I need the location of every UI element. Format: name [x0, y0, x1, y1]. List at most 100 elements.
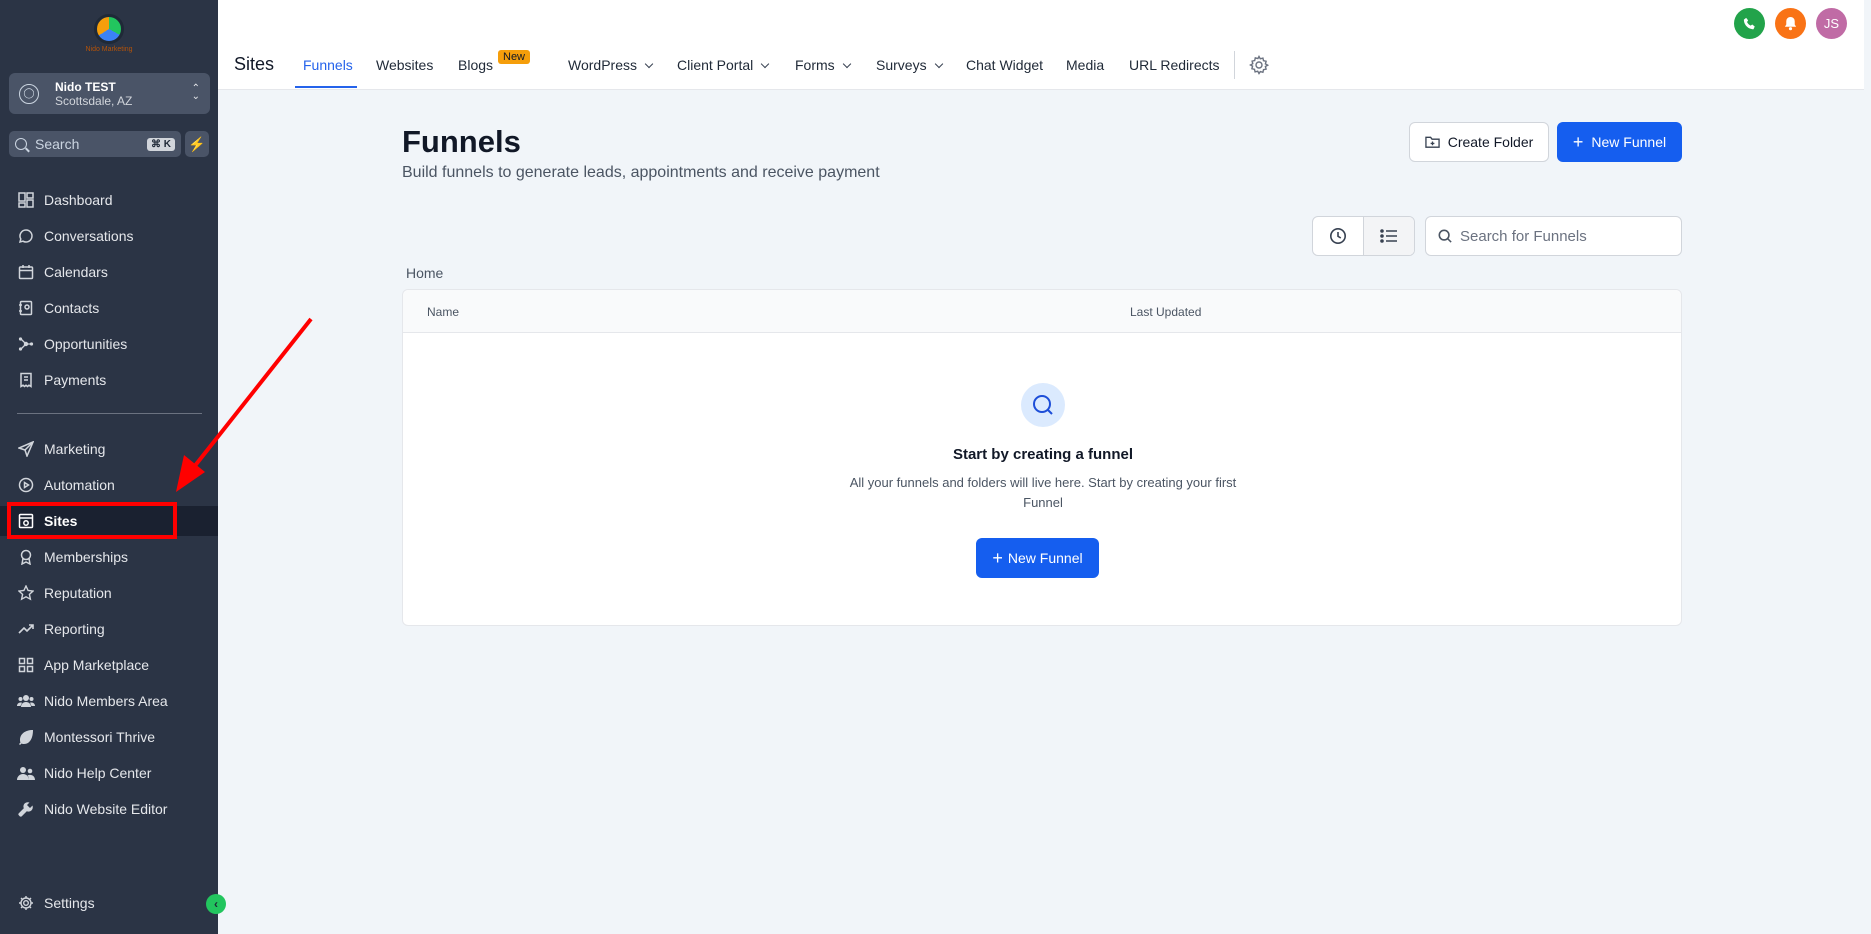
sidebar-item-label: Settings	[44, 895, 95, 911]
account-location: Scottsdale, AZ	[55, 93, 133, 108]
plus-icon: +	[992, 548, 1003, 568]
tab-label: Forms	[795, 57, 835, 73]
view-toggle	[1312, 216, 1415, 256]
sidebar-divider	[17, 413, 202, 414]
tab-label: WordPress	[568, 57, 637, 73]
column-header-last-updated[interactable]: Last Updated	[1130, 305, 1201, 319]
funnels-table: Name Last Updated Start by creating a fu…	[402, 289, 1682, 626]
empty-state-description: All your funnels and folders will live h…	[849, 475, 1237, 510]
sidebar-item-label: Marketing	[44, 441, 106, 457]
sidebar-search[interactable]: Search ⌘ K	[9, 131, 181, 157]
sidebar-item-nido-website-editor[interactable]: Nido Website Editor	[0, 794, 218, 824]
sidebar-item-reputation[interactable]: Reputation	[0, 578, 218, 608]
sidebar-item-calendars[interactable]: Calendars	[0, 257, 218, 287]
sidebar-item-label: Nido Help Center	[44, 765, 152, 781]
breadcrumb[interactable]: Home	[406, 265, 443, 281]
folder-plus-icon	[1424, 135, 1440, 149]
gear-icon	[17, 894, 35, 912]
sidebar-item-label: Payments	[44, 372, 107, 388]
tab-blogs[interactable]: Blogs	[458, 57, 493, 73]
tab-funnels[interactable]: Funnels	[303, 57, 353, 73]
tab-wordpress[interactable]: WordPress	[568, 57, 654, 73]
chat-icon	[17, 227, 35, 245]
empty-state-title: Start by creating a funnel	[952, 446, 1134, 463]
account-name: Nido TEST	[55, 79, 116, 94]
brand-logo[interactable]: Nido Marketing	[78, 14, 140, 58]
send-icon	[17, 440, 35, 458]
sidebar-item-dashboard[interactable]: Dashboard	[0, 185, 218, 215]
payments-icon	[17, 371, 35, 389]
recent-view-clock-icon[interactable]	[1313, 217, 1363, 255]
sidebar-item-label: Memberships	[44, 549, 129, 565]
tab-chat-widget[interactable]: Chat Widget	[966, 57, 1043, 73]
bell-icon[interactable]	[1775, 8, 1806, 39]
tab-client-portal[interactable]: Client Portal	[677, 57, 770, 73]
create-folder-button[interactable]: Create Folder	[1409, 122, 1549, 162]
star-icon	[17, 584, 35, 602]
table-header: Name Last Updated	[403, 290, 1681, 333]
sidebar-item-label: Calendars	[44, 264, 108, 280]
users-icon	[17, 692, 35, 710]
location-icon: ◯	[19, 83, 39, 104]
new-funnel-label: New Funnel	[1007, 550, 1083, 566]
tab-surveys[interactable]: Surveys	[876, 57, 943, 73]
sidebar-item-opportunities[interactable]: Opportunities	[0, 329, 218, 359]
new-badge: New	[498, 50, 531, 64]
page-subtitle: Build funnels to generate leads, appoint…	[402, 164, 880, 181]
chevron-down-icon	[761, 59, 770, 69]
sidebar-item-montessori-thrive[interactable]: Montessori Thrive	[0, 722, 218, 752]
account-switcher[interactable]: ◯ Nido TEST Scottsdale, AZ ⌃ ⌄	[9, 73, 210, 114]
sidebar-item-settings[interactable]: Settings	[0, 888, 218, 918]
sidebar-item-nido-members-area[interactable]: Nido Members Area	[0, 686, 218, 716]
annotation-highlight-box	[7, 502, 177, 539]
sidebar-item-memberships[interactable]: Memberships	[0, 542, 218, 572]
list-view-icon[interactable]	[1363, 217, 1414, 255]
sidebar-item-label: Reputation	[44, 585, 112, 601]
sidebar-item-payments[interactable]: Payments	[0, 365, 218, 395]
sidebar-item-marketing[interactable]: Marketing	[0, 434, 218, 464]
wrench-icon	[17, 800, 35, 818]
sidebar-item-label: Conversations	[44, 228, 134, 244]
avatar[interactable]: JS	[1816, 8, 1847, 39]
opportunities-icon	[17, 335, 35, 353]
calendar-icon	[17, 263, 35, 281]
sidebar-item-nido-help-center[interactable]: Nido Help Center	[0, 758, 218, 788]
sidebar-item-label: App Marketplace	[44, 657, 150, 673]
column-header-name[interactable]: Name	[427, 305, 459, 319]
search-icon	[1438, 229, 1452, 243]
logo-text: Nido Marketing	[85, 46, 133, 53]
shortcut-badge: ⌘ K	[147, 137, 175, 151]
search-placeholder: Search for Funnels	[1460, 227, 1587, 245]
sidebar-item-conversations[interactable]: Conversations	[0, 221, 218, 251]
tab-url-redirects[interactable]: URL Redirects	[1129, 57, 1220, 73]
search-icon	[15, 138, 27, 150]
search-placeholder: Search	[35, 136, 80, 152]
phone-icon[interactable]	[1734, 8, 1765, 39]
plus-icon: +	[1572, 132, 1584, 152]
sidebar-item-reporting[interactable]: Reporting	[0, 614, 218, 644]
quick-action-bolt-icon[interactable]: ⚡	[185, 131, 209, 157]
gear-icon[interactable]	[1249, 55, 1270, 75]
chevron-updown-icon: ⌃ ⌄	[191, 83, 200, 102]
create-folder-label: Create Folder	[1447, 134, 1534, 150]
sidebar-item-label: Nido Members Area	[44, 693, 168, 709]
page-label: Sites	[234, 54, 275, 74]
new-funnel-button[interactable]: + New Funnel	[1557, 122, 1682, 162]
dashboard-icon	[17, 191, 35, 209]
tab-forms[interactable]: Forms	[795, 57, 851, 73]
sidebar-item-contacts[interactable]: Contacts	[0, 293, 218, 323]
tab-websites[interactable]: Websites	[376, 57, 433, 73]
trend-icon	[17, 620, 35, 638]
sidebar-item-label: Dashboard	[44, 192, 113, 208]
tab-label: Surveys	[876, 57, 927, 73]
sidebar-item-automation[interactable]: Automation	[0, 470, 218, 500]
active-tab-indicator	[295, 86, 357, 88]
sidebar: Nido Marketing ◯ Nido TEST Scottsdale, A…	[0, 0, 226, 934]
top-navigation: Sites Funnels Websites Blogs New WordPre…	[218, 0, 1864, 90]
collapse-sidebar-chevron-icon[interactable]: ‹	[206, 894, 226, 914]
funnel-search-input[interactable]: Search for Funnels	[1425, 216, 1682, 256]
tab-media[interactable]: Media	[1066, 57, 1104, 73]
chevron-down-icon	[842, 59, 851, 69]
sidebar-item-app-marketplace[interactable]: App Marketplace	[0, 650, 218, 680]
empty-state-new-funnel-button[interactable]: + New Funnel	[976, 538, 1099, 578]
